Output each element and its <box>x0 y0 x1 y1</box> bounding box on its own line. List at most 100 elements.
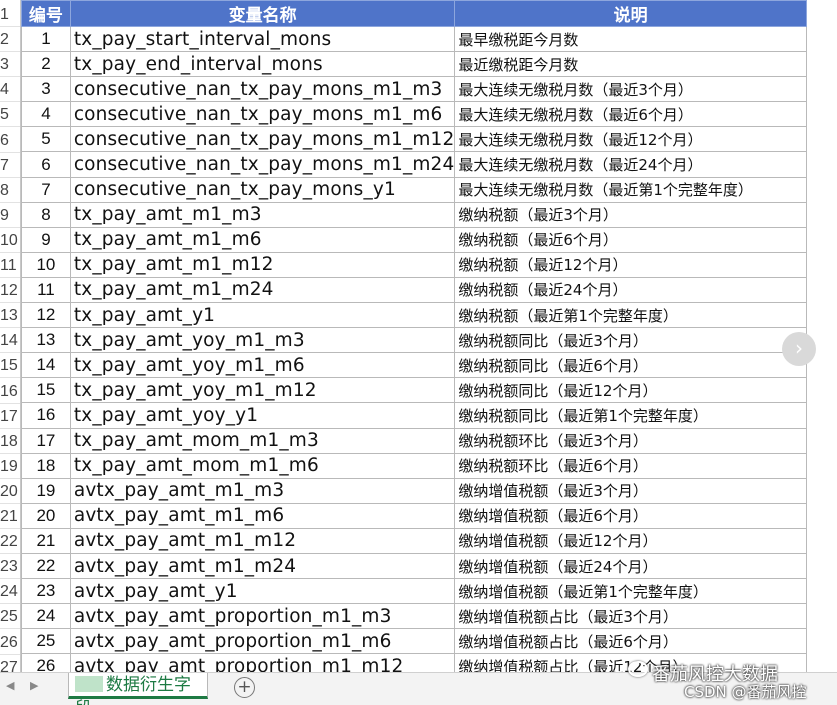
name-cell[interactable]: avtx_pay_amt_m1_m24 <box>69 552 456 580</box>
id-cell[interactable]: 20 <box>21 502 71 529</box>
row-number[interactable]: 24 <box>0 579 20 605</box>
row-number[interactable]: 12 <box>0 278 20 304</box>
desc-cell[interactable]: 缴纳税额（最近6个月） <box>454 226 807 253</box>
row-number[interactable]: 4 <box>0 77 20 103</box>
id-cell[interactable]: 7 <box>21 176 71 203</box>
id-cell[interactable]: 12 <box>21 302 71 329</box>
id-cell[interactable]: 16 <box>21 402 71 429</box>
desc-cell[interactable]: 缴纳增值税额占比（最近6个月） <box>454 628 807 655</box>
name-cell[interactable]: tx_pay_amt_mom_m1_m6 <box>69 452 456 479</box>
row-number[interactable]: 18 <box>0 429 20 454</box>
name-cell[interactable]: consecutive_nan_tx_pay_mons_m1_m24 <box>69 151 456 178</box>
desc-cell[interactable]: 缴纳税额环比（最近3个月） <box>454 427 807 454</box>
empty-cell[interactable] <box>805 503 837 529</box>
desc-cell[interactable]: 最大连续无缴税月数（最近24个月） <box>454 151 807 178</box>
name-cell[interactable]: tx_pay_amt_yoy_y1 <box>69 402 456 429</box>
id-cell[interactable]: 18 <box>21 452 71 479</box>
empty-cell[interactable] <box>805 51 837 77</box>
empty-cell[interactable] <box>805 177 837 203</box>
empty-cell[interactable] <box>805 478 837 504</box>
desc-cell[interactable]: 缴纳税额环比（最近6个月） <box>454 452 807 479</box>
row-number[interactable]: 25 <box>0 604 20 630</box>
row-number[interactable]: 11 <box>0 253 20 278</box>
name-cell[interactable]: tx_pay_amt_m1_m24 <box>69 276 456 304</box>
row-number[interactable]: 6 <box>0 128 20 153</box>
name-cell[interactable]: tx_pay_amt_yoy_m1_m3 <box>69 327 456 354</box>
id-cell[interactable]: 5 <box>21 126 71 153</box>
id-cell[interactable]: 6 <box>21 151 71 178</box>
id-cell[interactable]: 10 <box>21 251 71 278</box>
desc-cell[interactable]: 缴纳税额（最近24个月） <box>454 276 807 304</box>
id-cell[interactable]: 19 <box>21 477 71 504</box>
name-cell[interactable]: consecutive_nan_tx_pay_mons_y1 <box>69 176 456 203</box>
id-cell[interactable]: 21 <box>21 527 71 554</box>
row-number[interactable]: 8 <box>0 178 20 203</box>
desc-cell[interactable]: 缴纳税额（最近第1个完整年度） <box>454 302 807 329</box>
desc-cell[interactable]: 缴纳增值税额（最近6个月） <box>454 502 807 529</box>
desc-cell[interactable]: 缴纳税额同比（最近3个月） <box>454 327 807 354</box>
desc-cell[interactable]: 缴纳增值税额占比（最近3个月） <box>454 603 807 630</box>
empty-cell[interactable] <box>805 252 837 278</box>
id-cell[interactable]: 1 <box>21 25 71 53</box>
desc-cell[interactable]: 缴纳增值税额（最近第1个完整年度） <box>454 578 807 605</box>
id-cell[interactable]: 24 <box>21 603 71 630</box>
name-cell[interactable]: tx_pay_amt_yoy_m1_m12 <box>69 377 456 404</box>
name-cell[interactable]: avtx_pay_amt_m1_m6 <box>69 502 456 529</box>
name-cell[interactable]: consecutive_nan_tx_pay_mons_m1_m3 <box>69 76 456 103</box>
row-number[interactable]: 14 <box>0 328 20 354</box>
empty-cell[interactable] <box>805 653 837 672</box>
row-number[interactable]: 9 <box>0 203 20 228</box>
row-number[interactable]: 7 <box>0 153 20 178</box>
empty-cell[interactable] <box>805 227 837 253</box>
empty-cell[interactable] <box>805 603 837 629</box>
row-number[interactable]: 26 <box>0 630 20 655</box>
header-cell-desc[interactable]: 说明 <box>454 0 807 27</box>
name-cell[interactable]: tx_pay_amt_m1_m12 <box>69 251 456 278</box>
row-number[interactable]: 10 <box>0 228 20 253</box>
next-sheet-icon[interactable]: ▶ <box>30 679 38 692</box>
desc-cell[interactable]: 缴纳税额同比（最近12个月） <box>454 377 807 404</box>
empty-cell[interactable] <box>805 553 837 579</box>
id-cell[interactable]: 17 <box>21 427 71 454</box>
id-cell[interactable]: 9 <box>21 226 71 253</box>
name-cell[interactable]: avtx_pay_amt_m1_m3 <box>69 477 456 504</box>
desc-cell[interactable]: 缴纳税额（最近12个月） <box>454 251 807 278</box>
id-cell[interactable]: 15 <box>21 377 71 404</box>
desc-cell[interactable]: 最大连续无缴税月数（最近12个月） <box>454 126 807 153</box>
row-number[interactable]: 3 <box>0 52 20 78</box>
scroll-right-icon[interactable]: › <box>782 332 816 366</box>
empty-cell[interactable] <box>805 277 837 303</box>
row-number[interactable]: 17 <box>0 404 20 429</box>
desc-cell[interactable]: 最大连续无缴税月数（最近6个月） <box>454 101 807 128</box>
id-cell[interactable]: 3 <box>21 76 71 103</box>
name-cell[interactable]: tx_pay_start_interval_mons <box>69 25 456 53</box>
id-cell[interactable]: 23 <box>21 578 71 605</box>
name-cell[interactable]: tx_pay_amt_m1_m3 <box>69 201 456 228</box>
desc-cell[interactable]: 最近缴税距今月数 <box>454 51 807 78</box>
name-cell[interactable]: avtx_pay_amt_proportion_m1_m3 <box>69 603 456 630</box>
name-cell[interactable]: avtx_pay_amt_m1_m12 <box>69 527 456 554</box>
empty-cell[interactable] <box>805 578 837 604</box>
add-sheet-icon[interactable]: + <box>234 677 255 698</box>
sheet-tab[interactable]: 数据衍生字段 <box>68 673 208 705</box>
id-cell[interactable]: 8 <box>21 201 71 228</box>
header-cell-id[interactable]: 编号 <box>21 0 71 27</box>
empty-cell[interactable] <box>805 628 837 654</box>
name-cell[interactable]: tx_pay_amt_y1 <box>69 302 456 329</box>
row-number[interactable]: 23 <box>0 554 20 580</box>
row-number[interactable]: 2 <box>0 27 20 53</box>
id-cell[interactable]: 14 <box>21 352 71 379</box>
name-cell[interactable]: tx_pay_amt_yoy_m1_m6 <box>69 352 456 379</box>
prev-sheet-icon[interactable]: ◀ <box>6 679 14 692</box>
empty-cell[interactable] <box>805 377 837 403</box>
empty-cell[interactable] <box>805 76 837 102</box>
row-number[interactable]: 20 <box>0 479 20 504</box>
name-cell[interactable]: avtx_pay_amt_proportion_m1_m12 <box>69 653 456 672</box>
id-cell[interactable]: 4 <box>21 101 71 128</box>
name-cell[interactable]: tx_pay_end_interval_mons <box>69 51 456 78</box>
desc-cell[interactable]: 最大连续无缴税月数（最近3个月） <box>454 76 807 103</box>
id-cell[interactable]: 25 <box>21 628 71 655</box>
id-cell[interactable]: 26 <box>21 653 71 672</box>
row-number[interactable]: 27 <box>0 655 20 672</box>
desc-cell[interactable]: 缴纳增值税额（最近24个月） <box>454 552 807 580</box>
